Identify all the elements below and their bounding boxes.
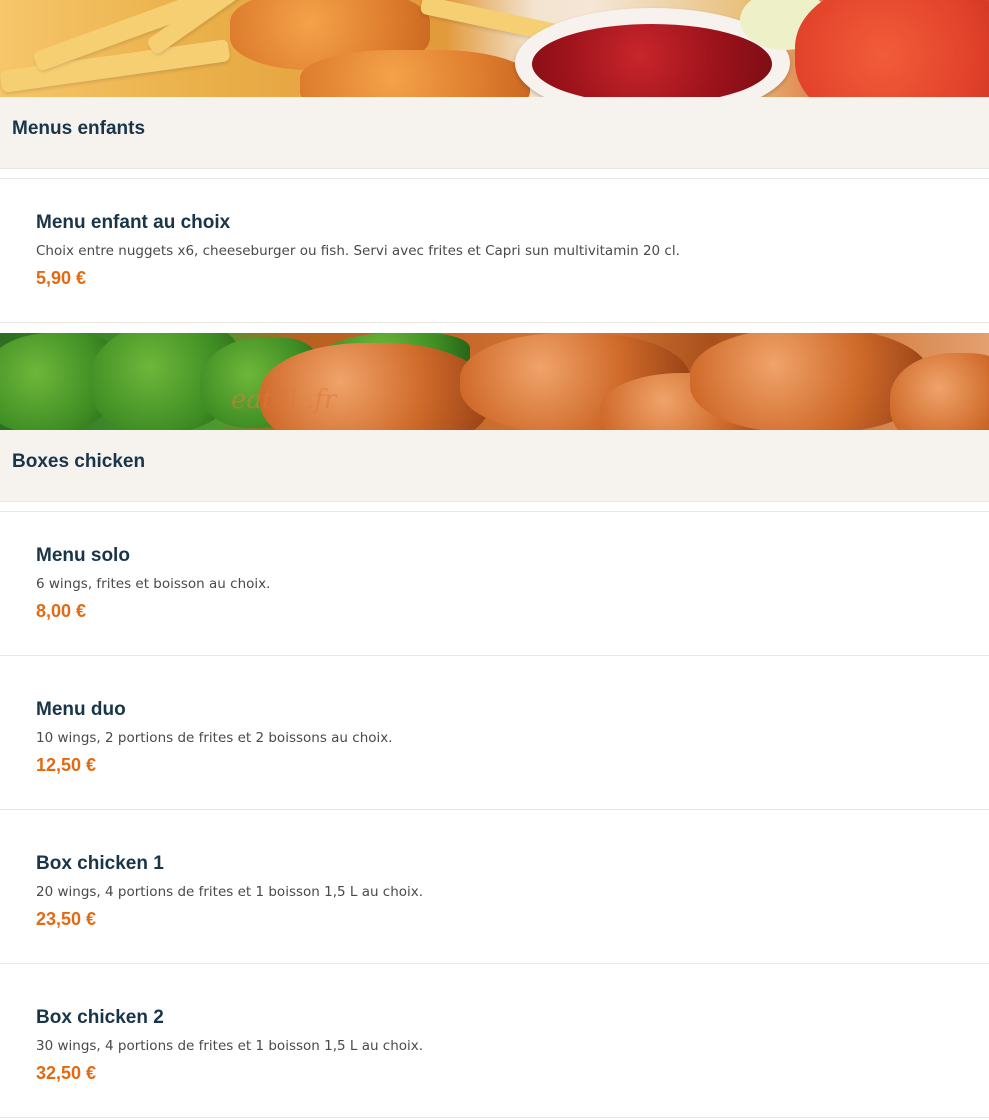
banner-image-fries bbox=[0, 0, 989, 97]
menu-item-menu-enfant-au-choix[interactable]: Menu enfant au choix Choix entre nuggets… bbox=[0, 179, 989, 323]
watermark-text: eat-li .fr bbox=[231, 385, 337, 415]
ketchup-sauce bbox=[532, 24, 772, 97]
item-price: 5,90 € bbox=[36, 268, 87, 288]
item-description: Choix entre nuggets x6, cheeseburger ou … bbox=[36, 243, 680, 259]
item-description: 6 wings, frites et boisson au choix. bbox=[36, 576, 271, 592]
menu-item-menu-duo[interactable]: Menu duo 10 wings, 2 portions de frites … bbox=[0, 666, 989, 810]
item-price: 23,50 € bbox=[36, 909, 97, 929]
item-title: Menu solo bbox=[36, 545, 130, 566]
item-description: 30 wings, 4 portions de frites et 1 bois… bbox=[36, 1038, 424, 1054]
item-title: Menu duo bbox=[36, 699, 126, 720]
gap bbox=[0, 810, 989, 820]
nugget-shape bbox=[300, 50, 530, 97]
section-spacer bbox=[0, 502, 989, 512]
item-title: Box chicken 1 bbox=[36, 853, 164, 874]
item-title: Box chicken 2 bbox=[36, 1007, 164, 1028]
section-header-menus-enfants: Menus enfants bbox=[0, 97, 989, 169]
menu-item-menu-solo[interactable]: Menu solo 6 wings, frites et boisson au … bbox=[0, 512, 989, 656]
gap bbox=[0, 656, 989, 666]
item-price: 12,50 € bbox=[36, 755, 97, 775]
banner-image-chicken: eat-li .fr bbox=[0, 333, 989, 430]
item-price: 32,50 € bbox=[36, 1063, 97, 1083]
item-description: 20 wings, 4 portions de frites et 1 bois… bbox=[36, 884, 424, 900]
tomato-shape bbox=[795, 0, 989, 97]
menu-item-box-chicken-1[interactable]: Box chicken 1 20 wings, 4 portions de fr… bbox=[0, 820, 989, 964]
fry-shape bbox=[0, 39, 231, 93]
section-header-boxes-chicken: Boxes chicken bbox=[0, 430, 989, 502]
gap bbox=[0, 964, 989, 974]
item-price: 8,00 € bbox=[36, 601, 87, 621]
item-title: Menu enfant au choix bbox=[36, 212, 231, 233]
gap bbox=[0, 323, 989, 333]
menu-item-box-chicken-2[interactable]: Box chicken 2 30 wings, 4 portions de fr… bbox=[0, 974, 989, 1118]
item-description: 10 wings, 2 portions de frites et 2 bois… bbox=[36, 730, 393, 746]
section-spacer bbox=[0, 169, 989, 179]
